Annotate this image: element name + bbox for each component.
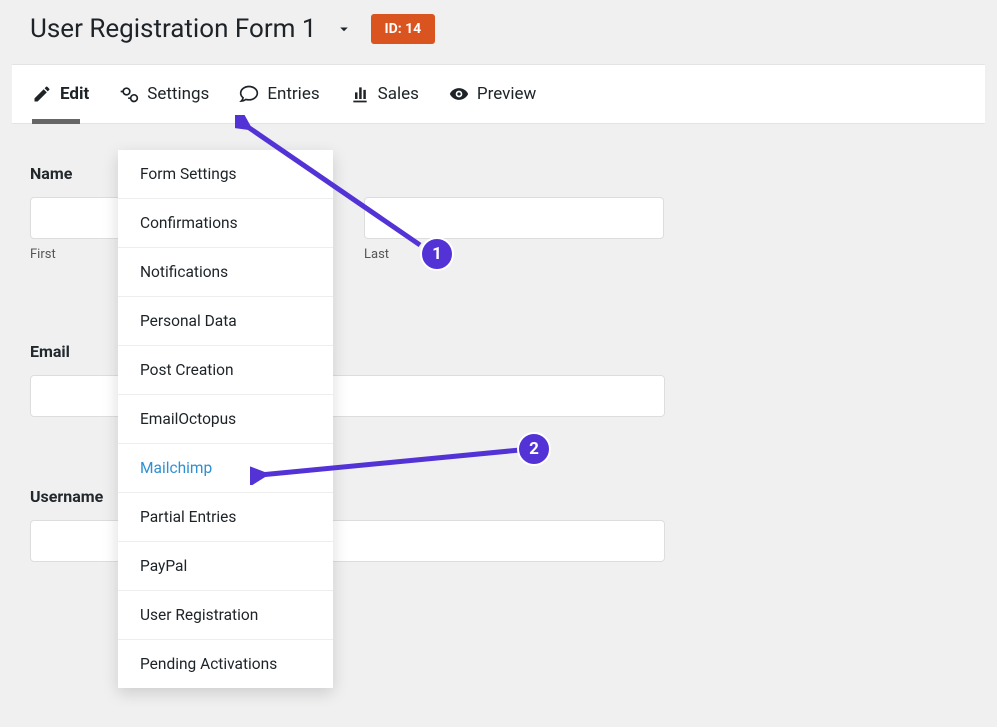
comment-icon (239, 84, 259, 104)
settings-menu-item[interactable]: PayPal (118, 542, 333, 591)
tab-edit-label: Edit (60, 84, 89, 104)
gears-icon (119, 84, 139, 104)
page-title: User Registration Form 1 (30, 14, 317, 44)
tab-edit[interactable]: Edit (32, 65, 89, 123)
tab-settings[interactable]: Settings (119, 65, 209, 123)
tab-entries-label: Entries (267, 84, 319, 104)
chart-icon (350, 84, 370, 104)
page-header: User Registration Form 1 ID: 14 (0, 0, 997, 54)
annotation-badge-2: 2 (517, 432, 551, 466)
settings-menu-item[interactable]: Pending Activations (118, 640, 333, 688)
title-dropdown-toggle[interactable] (335, 20, 353, 38)
settings-menu-item[interactable]: Post Creation (118, 346, 333, 395)
settings-menu-item[interactable]: Partial Entries (118, 493, 333, 542)
edit-icon (32, 84, 52, 104)
eye-icon (449, 84, 469, 104)
tab-preview[interactable]: Preview (449, 65, 536, 123)
tab-sales-label: Sales (378, 84, 419, 104)
settings-menu-item[interactable]: EmailOctopus (118, 395, 333, 444)
tabs-bar: Edit Settings Entries Sales Preview (12, 64, 985, 124)
chevron-down-icon (335, 20, 353, 38)
annotation-arrow-2 (250, 445, 540, 485)
settings-menu-item[interactable]: User Registration (118, 591, 333, 640)
annotation-badge-1: 1 (420, 237, 454, 271)
form-id-badge: ID: 14 (371, 14, 436, 44)
tab-settings-label: Settings (147, 84, 209, 104)
tab-preview-label: Preview (477, 84, 536, 104)
settings-menu-item[interactable]: Personal Data (118, 297, 333, 346)
annotation-arrow-1 (235, 115, 445, 265)
